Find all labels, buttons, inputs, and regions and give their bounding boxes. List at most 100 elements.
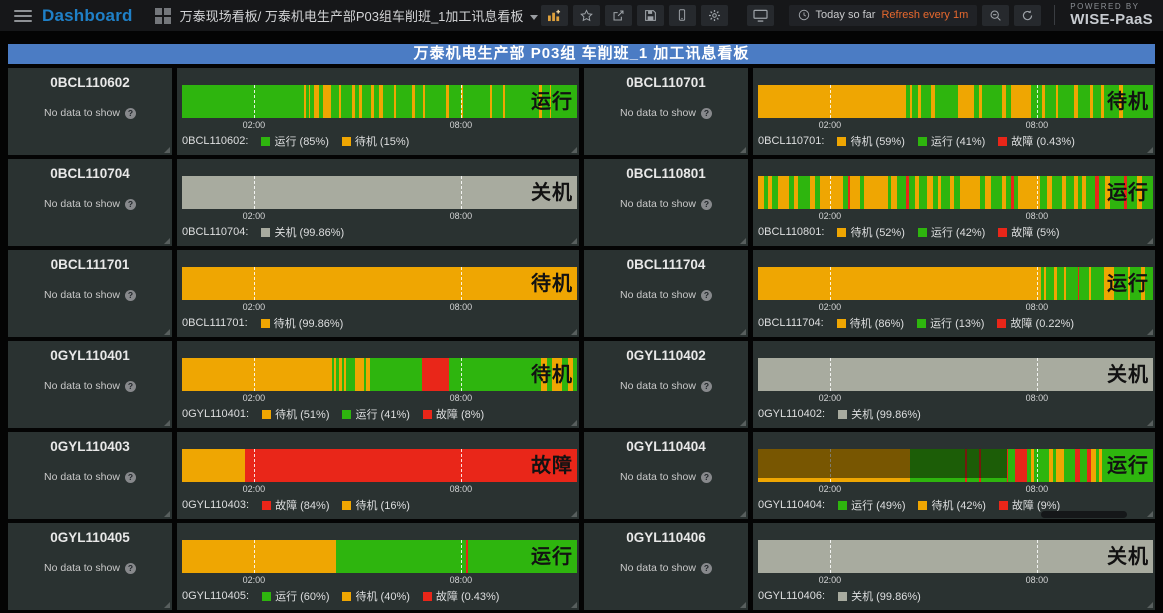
- machine-title-panel: 0GYL110402No data to show?: [584, 341, 748, 428]
- help-icon[interactable]: ?: [125, 199, 136, 210]
- machine-id[interactable]: 0GYL110406: [584, 530, 748, 545]
- axis-tick-label: 02:00: [819, 575, 842, 585]
- legend-entry-label: 运行 (41%): [931, 133, 985, 149]
- status-timeline[interactable]: 故障: [182, 449, 577, 482]
- status-timeline[interactable]: 待机: [182, 358, 577, 391]
- legend-entry: 关机 (99.86%): [261, 224, 344, 240]
- help-icon[interactable]: ?: [125, 108, 136, 119]
- status-timeline[interactable]: 关机: [758, 358, 1153, 391]
- machine-title-panel: 0GYL110403No data to show?: [8, 432, 172, 519]
- status-timeline[interactable]: 待机: [758, 85, 1153, 118]
- current-status-label: 关机: [1107, 547, 1149, 567]
- time-range-button[interactable]: Today so far Refresh every 1m: [789, 5, 978, 26]
- machine-id[interactable]: 0BCL110704: [8, 166, 172, 181]
- machine-title-panel: 0BCL110701 No data to show?: [584, 68, 748, 155]
- status-timeline[interactable]: 关机: [182, 176, 577, 209]
- status-timeline[interactable]: 运行: [182, 540, 577, 573]
- tv-mode-button[interactable]: [747, 5, 774, 26]
- help-icon[interactable]: ?: [125, 563, 136, 574]
- legend-color-swatch: [837, 137, 846, 146]
- status-timeline[interactable]: 关机: [758, 540, 1153, 573]
- machine-id[interactable]: 0GYL110402: [584, 348, 748, 363]
- monitor-icon: [753, 9, 768, 22]
- status-timeline[interactable]: 待机: [182, 267, 577, 300]
- timeline-segment-run: [982, 85, 1001, 118]
- machine-id[interactable]: 0BCL110602: [8, 75, 172, 90]
- timeline-legend: 0GYL110401:待机 (51%)运行 (41%)故障 (8%): [182, 406, 577, 422]
- help-icon[interactable]: ?: [701, 108, 712, 119]
- timeline-segment-run: [336, 540, 466, 573]
- timeline-segment-run: [425, 85, 446, 118]
- timeline-legend: 0BCL111704:待机 (86%)运行 (13%)故障 (0.22%): [758, 315, 1153, 331]
- timeline-segment-idle: [1056, 449, 1064, 482]
- timeline-segment-off: [758, 540, 1153, 573]
- help-icon[interactable]: ?: [701, 381, 712, 392]
- legend-color-swatch: [342, 137, 351, 146]
- add-panel-button[interactable]: [541, 5, 568, 26]
- mobile-phone-icon: [676, 8, 688, 22]
- machine-timeline-panel: 待机02:0008:000GYL110401:待机 (51%)运行 (41%)故…: [177, 341, 579, 428]
- no-data-text: No data to show?: [584, 107, 748, 119]
- machine-id[interactable]: 0GYL110403: [8, 439, 172, 454]
- help-icon[interactable]: ?: [701, 199, 712, 210]
- machine-title-panel: 0BCL110801No data to show?: [584, 159, 748, 246]
- machine-timeline-panel: 运行02:0008:000GYL110405:运行 (60%)待机 (40%)故…: [177, 523, 579, 610]
- status-timeline[interactable]: 运行: [758, 176, 1153, 209]
- machine-id[interactable]: 0BCL111704: [584, 257, 748, 272]
- help-icon[interactable]: ?: [701, 472, 712, 483]
- star-button[interactable]: [573, 5, 600, 26]
- timeline-segment-run: [396, 85, 412, 118]
- machine-timeline-panel: 关机02:0008:000GYL110402:关机 (99.86%): [753, 341, 1155, 428]
- legend-entry-label: 关机 (99.86%): [851, 406, 921, 422]
- timeline-segment-run: [182, 85, 304, 118]
- timeline-segment-off: [758, 358, 1153, 391]
- axis-tick-label: 02:00: [243, 575, 266, 585]
- chevron-down-icon: [530, 15, 538, 20]
- gridline: [461, 540, 462, 573]
- scrollbar-artifact[interactable]: [1041, 511, 1127, 518]
- machine-id[interactable]: 0BCL110701: [584, 75, 748, 90]
- apps-grid-icon[interactable]: [155, 8, 171, 24]
- machine-id[interactable]: 0GYL110404: [584, 439, 748, 454]
- legend-entry-label: 故障 (0.43%): [1011, 133, 1075, 149]
- help-icon[interactable]: ?: [701, 290, 712, 301]
- machine-id[interactable]: 0GYL110405: [8, 530, 172, 545]
- mobile-view-button[interactable]: [669, 5, 696, 26]
- axis-ticks: 02:0008:00: [182, 300, 577, 313]
- axis-tick-label: 02:00: [819, 120, 842, 130]
- dashboard-logo[interactable]: Dashboard: [42, 6, 133, 26]
- help-icon[interactable]: ?: [125, 381, 136, 392]
- status-timeline[interactable]: 运行: [758, 267, 1153, 300]
- share-button[interactable]: [605, 5, 632, 26]
- legend-color-swatch: [838, 592, 847, 601]
- timeline-segment-run: [415, 85, 424, 118]
- zoom-out-button[interactable]: [982, 5, 1009, 26]
- refresh-button[interactable]: [1014, 5, 1041, 26]
- help-icon[interactable]: ?: [125, 290, 136, 301]
- breadcrumb[interactable]: 万泰现场看板/ 万泰机电生产部P03组车削班_1加工讯息看板: [180, 6, 539, 25]
- help-icon[interactable]: ?: [125, 472, 136, 483]
- hamburger-menu-icon[interactable]: [14, 7, 32, 25]
- timeline-segment-run: [362, 85, 371, 118]
- no-data-label: No data to show: [44, 107, 120, 119]
- machine-id[interactable]: 0BCL110801: [584, 166, 748, 181]
- help-icon[interactable]: ?: [701, 563, 712, 574]
- axis-tick-label: 02:00: [819, 484, 842, 494]
- legend-entry-label: 故障 (5%): [1011, 224, 1059, 240]
- legend-color-swatch: [917, 319, 926, 328]
- axis-ticks: 02:0008:00: [758, 118, 1153, 131]
- timeline-segment-run: [1046, 267, 1054, 300]
- settings-button[interactable]: [701, 5, 728, 26]
- dashboard-content: 万泰机电生产部 P03组 车削班_1 加工讯息看板 0BCL110602No d…: [0, 31, 1163, 610]
- no-data-label: No data to show: [44, 198, 120, 210]
- gridline: [830, 85, 831, 118]
- machine-id[interactable]: 0BCL111701: [8, 257, 172, 272]
- gridline: [461, 85, 462, 118]
- legend-entry: 故障 (0.43%): [423, 588, 500, 604]
- status-timeline[interactable]: 运行: [758, 449, 1153, 482]
- save-button[interactable]: [637, 5, 664, 26]
- legend-entry: 故障 (84%): [262, 497, 329, 513]
- status-timeline[interactable]: 运行: [182, 85, 577, 118]
- machine-timeline-panel: 待机02:0008:000BCL110701:待机 (59%)运行 (41%)故…: [753, 68, 1155, 155]
- machine-id[interactable]: 0GYL110401: [8, 348, 172, 363]
